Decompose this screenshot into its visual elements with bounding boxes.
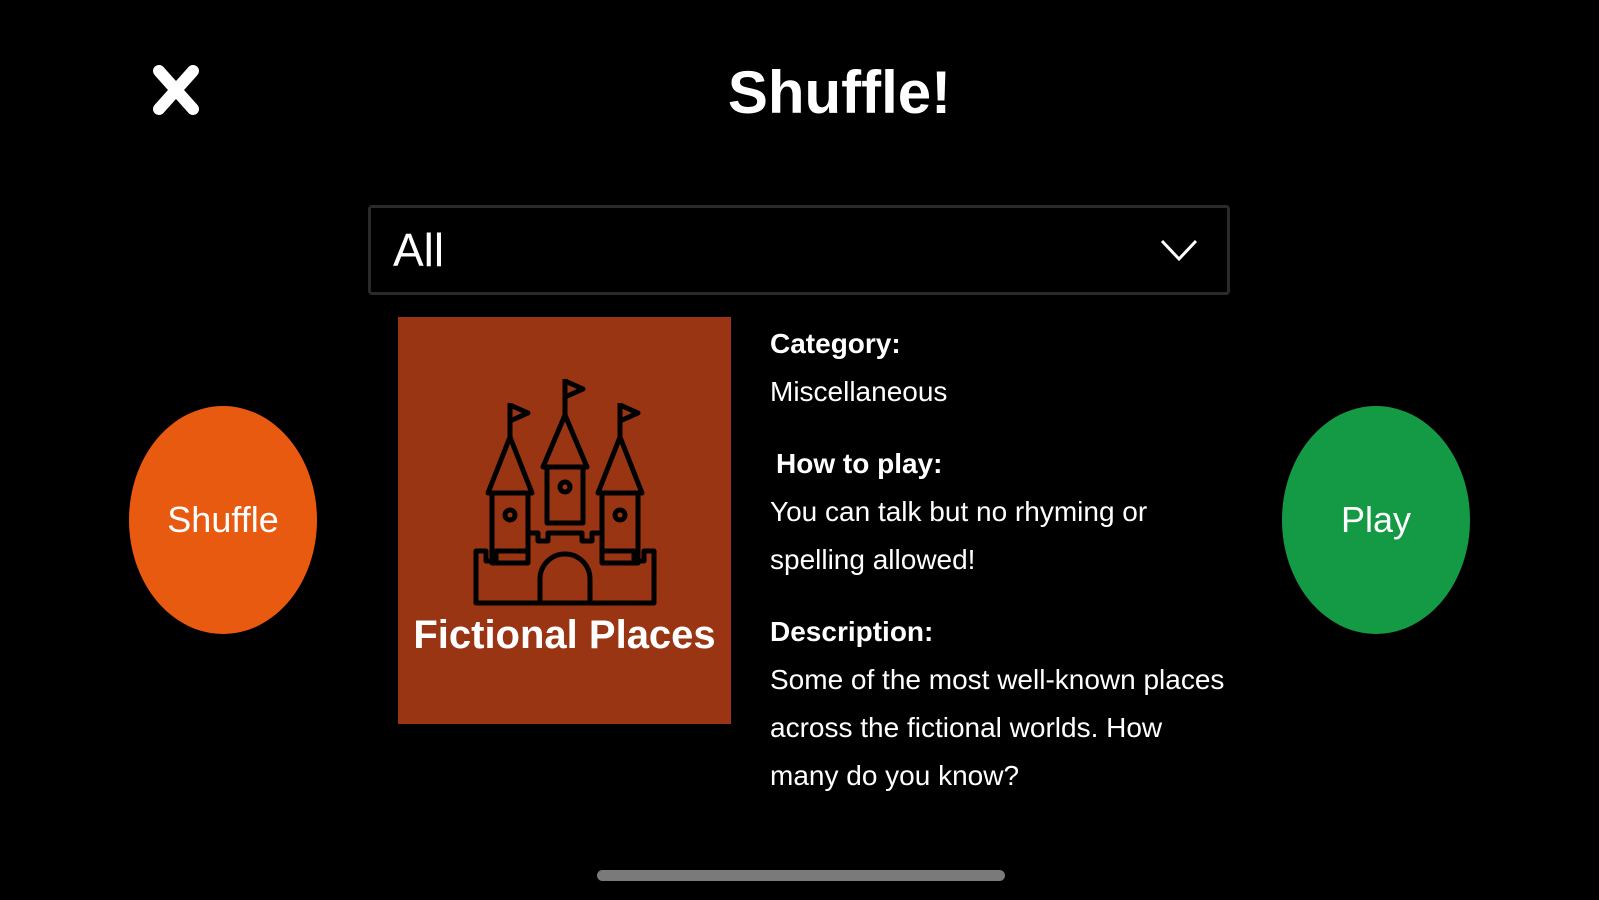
category-filter-dropdown[interactable]: All — [368, 205, 1230, 295]
description-section: Description: Some of the most well-known… — [770, 608, 1230, 800]
category-value: Miscellaneous — [770, 376, 948, 407]
how-to-play-section: How to play: You can talk but no rhyming… — [770, 440, 1230, 584]
card-title: Fictional Places — [413, 613, 716, 657]
description-label: Description: — [770, 616, 934, 647]
how-to-play-label: How to play: — [776, 448, 943, 479]
chevron-down-icon — [1159, 237, 1199, 263]
shuffle-button[interactable]: Shuffle — [129, 406, 317, 634]
play-button-label: Play — [1340, 499, 1412, 540]
description-value: Some of the most well-known places acros… — [770, 664, 1225, 791]
page-title: Shuffle! — [0, 58, 1599, 127]
play-button[interactable]: Play — [1282, 406, 1470, 634]
how-to-play-value: You can talk but no rhyming or spelling … — [770, 496, 1148, 575]
page-title-text: Shuffle! — [727, 59, 952, 126]
castle-icon — [473, 378, 656, 606]
category-card: Fictional Places — [398, 317, 731, 724]
category-info: Category: Miscellaneous How to play: You… — [770, 320, 1230, 824]
category-filter-value: All — [393, 224, 445, 276]
category-section: Category: Miscellaneous — [770, 320, 1230, 416]
home-indicator[interactable] — [597, 870, 1005, 881]
shuffle-button-label: Shuffle — [167, 499, 279, 540]
category-label: Category: — [770, 328, 901, 359]
shuffle-screen: Shuffle! All Shuffle Fictional Places Ca… — [0, 0, 1599, 900]
